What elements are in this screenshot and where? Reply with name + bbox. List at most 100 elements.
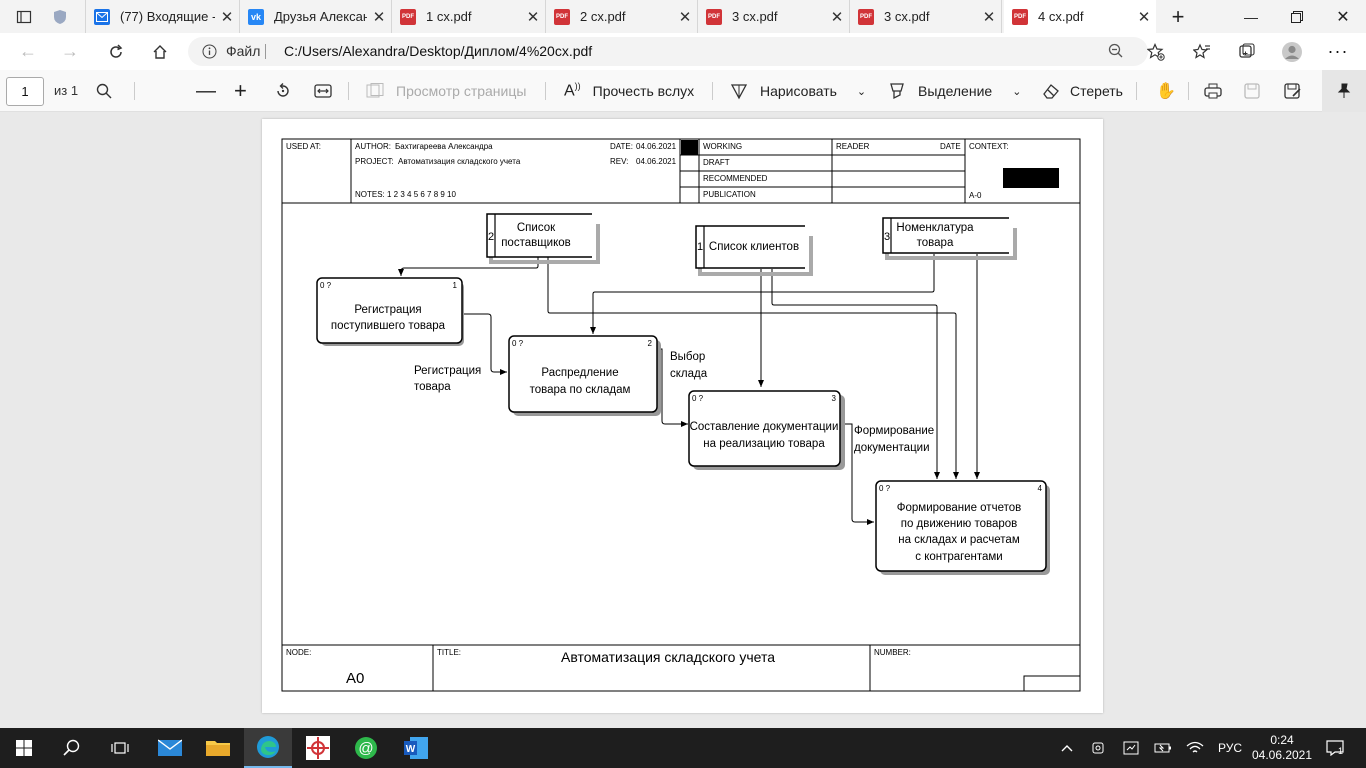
close-tab-icon[interactable]: ✕ (825, 8, 849, 26)
datastore-label: товара (917, 237, 954, 249)
url-box[interactable]: Файл C:/Users/Alexandra/Desktop/Диплом/4… (188, 37, 1148, 66)
tab-mail[interactable]: (77) Входящие - ✕ (86, 0, 240, 33)
datastore-suppliers: 2 Список поставщиков (486, 213, 600, 264)
collections-icon[interactable] (1230, 33, 1262, 70)
page-number-input[interactable]: 1 (6, 77, 44, 106)
windows-start-icon[interactable] (0, 728, 48, 768)
close-tab-icon[interactable]: ✕ (367, 8, 391, 26)
tab-pinned[interactable] (44, 0, 86, 33)
arrow-label: склада (670, 368, 708, 380)
favorites-icon[interactable] (1186, 33, 1218, 70)
clock[interactable]: 0:24 04.06.2021 (1252, 728, 1312, 768)
datastore-number: 3 (884, 231, 890, 243)
info-icon[interactable] (202, 44, 217, 64)
toolbar-separator (1188, 82, 1189, 100)
save-as-icon[interactable] (1284, 70, 1302, 112)
url-text[interactable]: C:/Users/Alexandra/Desktop/Диплом/4%20сх… (284, 43, 592, 59)
file-explorer-icon[interactable] (194, 728, 242, 768)
svg-text:@: @ (358, 740, 373, 757)
add-favorite-icon[interactable] (1140, 33, 1172, 70)
activity-box-2: 0 ? 2 Распредление товара по складам (508, 335, 661, 416)
language-indicator[interactable]: РУС (1214, 728, 1246, 768)
close-tab-icon[interactable]: ✕ (1132, 8, 1156, 26)
tab-vk[interactable]: vk Друзья Александ ✕ (240, 0, 392, 33)
restore-icon[interactable] (1274, 0, 1320, 33)
read-aloud-label: Прочесть вслух (592, 83, 695, 99)
search-icon[interactable] (48, 728, 96, 768)
wifi-icon[interactable] (1184, 728, 1206, 768)
shield-icon (52, 9, 68, 25)
battery-icon[interactable] (1152, 728, 1174, 768)
close-window-icon[interactable]: ✕ (1320, 0, 1366, 33)
webcam-icon[interactable] (1088, 728, 1110, 768)
rotate-icon[interactable] (274, 70, 292, 112)
datastore-label: поставщиков (501, 237, 571, 249)
fit-width-icon[interactable] (314, 70, 332, 112)
draw-button[interactable]: Нарисовать ⌄ (730, 70, 866, 112)
forward-icon[interactable]: → (54, 33, 86, 70)
close-tab-icon[interactable]: ✕ (215, 8, 239, 26)
author-label: AUTHOR: (355, 142, 391, 151)
minimize-icon[interactable]: — (1228, 0, 1274, 33)
working-label: WORKING (703, 142, 742, 151)
tab-pdf-3b[interactable]: PDF 3 сх.pdf ✕ (850, 0, 1002, 33)
tab-pdf-3[interactable]: PDF 3 сх.pdf ✕ (698, 0, 850, 33)
tab-pdf-1[interactable]: PDF 1 сх.pdf ✕ (392, 0, 546, 33)
tab-actions-icon[interactable] (4, 0, 44, 33)
mail-ru-agent-icon[interactable]: @ (342, 728, 390, 768)
more-options-icon[interactable]: ··· (1322, 33, 1354, 70)
mail-icon (94, 8, 110, 25)
box-label: Регистрация (354, 304, 421, 316)
box-label: поступившего товара (331, 320, 446, 332)
read-aloud-button[interactable]: A)) Прочесть вслух (564, 70, 694, 112)
zoom-out-icon[interactable] (1108, 43, 1124, 64)
close-tab-icon[interactable]: ✕ (521, 8, 545, 26)
box-label: на реализацию товара (703, 438, 825, 450)
save-icon[interactable] (1244, 70, 1260, 112)
datastore-number: 1 (697, 241, 703, 253)
app-icon-red[interactable] (294, 728, 342, 768)
address-bar: ← → Файл C:/Users/Alexandra/Desktop/Дипл… (0, 33, 1366, 70)
task-view-icon[interactable] (96, 728, 144, 768)
tray-expand-icon[interactable] (1056, 728, 1078, 768)
date-value: 04.06.2021 (636, 142, 677, 151)
rev-value: 04.06.2021 (636, 157, 677, 166)
profile-avatar[interactable] (1276, 33, 1308, 70)
edge-browser-icon[interactable] (244, 728, 292, 768)
mail-app-icon[interactable] (146, 728, 194, 768)
highlight-button[interactable]: Выделение ⌄ (888, 70, 1021, 112)
close-tab-icon[interactable]: ✕ (977, 8, 1001, 26)
close-tab-icon[interactable]: ✕ (673, 8, 697, 26)
new-tab-icon[interactable]: + (1158, 0, 1198, 33)
zoom-in-icon[interactable]: + (234, 70, 247, 112)
home-icon[interactable] (144, 33, 176, 70)
pdf-icon: PDF (400, 8, 416, 25)
page-view-button[interactable]: Просмотр страницы (366, 70, 526, 112)
box-label: Составление документации (690, 421, 839, 433)
pin-toolbar-icon[interactable] (1322, 70, 1366, 112)
box-number: 4 (1038, 484, 1043, 493)
print-icon[interactable] (1204, 70, 1222, 112)
word-app-icon[interactable]: W (392, 728, 440, 768)
tab-title: (77) Входящие - (120, 9, 215, 24)
taskbar: @ W РУС 0:24 04.06.2021 1 (0, 728, 1366, 768)
chevron-down-icon[interactable]: ⌄ (857, 85, 866, 98)
notifications-icon[interactable]: 1 (1320, 728, 1350, 768)
reader-date-label: DATE (940, 142, 961, 151)
datastore-number: 2 (488, 231, 494, 243)
tab-pdf-4-active[interactable]: PDF 4 сх.pdf ✕ (1004, 0, 1156, 33)
refresh-icon[interactable] (100, 33, 132, 70)
tab-pdf-2[interactable]: PDF 2 сх.pdf ✕ (546, 0, 698, 33)
zoom-out-icon[interactable]: — (196, 70, 216, 112)
context-node-label: A-0 (969, 191, 982, 200)
erase-button[interactable]: Стереть (1042, 70, 1123, 112)
back-icon[interactable]: ← (12, 33, 44, 70)
chevron-down-icon[interactable]: ⌄ (1012, 85, 1021, 98)
datastore-label: Список клиентов (709, 241, 799, 253)
datastore-clients: 1 Список клиентов (695, 225, 813, 276)
security-icon[interactable] (1120, 728, 1142, 768)
recommended-label: RECOMMENDED (703, 174, 768, 183)
touch-icon[interactable]: ✋ (1156, 70, 1176, 112)
pdf-icon: PDF (554, 8, 570, 25)
search-icon[interactable] (96, 70, 112, 112)
